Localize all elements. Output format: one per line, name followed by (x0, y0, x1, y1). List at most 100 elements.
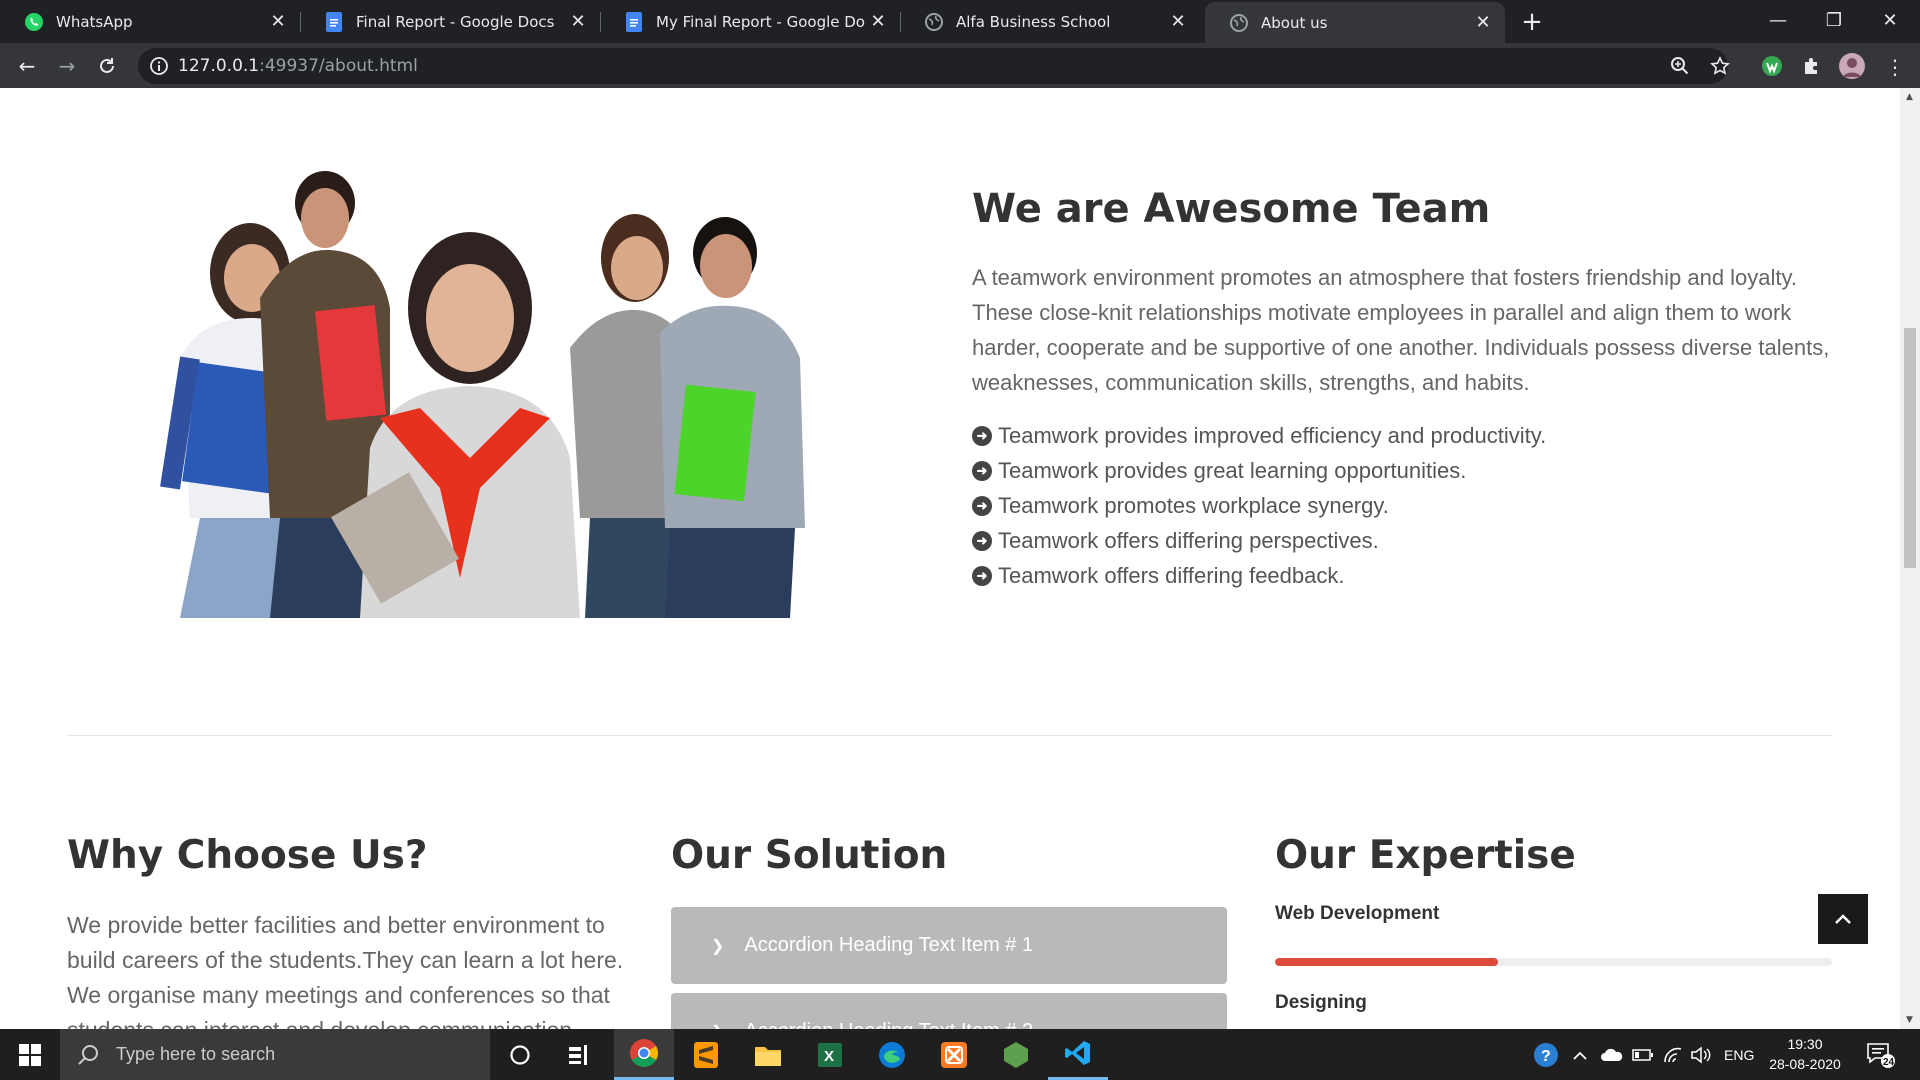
start-button[interactable] (0, 1029, 60, 1080)
excel-icon: X (818, 1042, 842, 1067)
close-window-button[interactable]: ✕ (1862, 0, 1918, 40)
accordion-heading: Accordion Heading Text Item # 2 (744, 1020, 1033, 1029)
accordion-item-1[interactable]: ❯ Accordion Heading Text Item # 1 (671, 907, 1227, 984)
list-item-text: Teamwork provides improved efficiency an… (998, 422, 1547, 448)
windows-icon (19, 1043, 41, 1066)
tab-whatsapp[interactable]: WhatsApp ✕ (0, 0, 300, 43)
onedrive-cloud-icon[interactable] (1600, 1029, 1624, 1080)
volume-icon[interactable] (1690, 1029, 1712, 1080)
close-tab-icon[interactable]: ✕ (1166, 10, 1190, 34)
taskbar-chrome[interactable] (614, 1029, 674, 1080)
page-scrollbar[interactable]: ▲ ▼ (1900, 88, 1920, 1029)
taskbar-sublime[interactable] (676, 1029, 736, 1080)
url-path: :49937/about.html (259, 56, 418, 76)
restore-button[interactable]: ❐ (1806, 0, 1862, 40)
team-points-list: ➜ Teamwork provides improved efficiency a… (972, 418, 1546, 593)
chrome-menu-icon[interactable]: ⋮ (1884, 55, 1906, 79)
close-tab-icon[interactable]: ✕ (266, 10, 290, 34)
skill-progress-bar (1275, 958, 1832, 966)
address-bar[interactable]: 127.0.0.1:49937/about.html (138, 48, 1730, 84)
close-tab-icon[interactable]: ✕ (866, 10, 890, 34)
reload-button[interactable] (92, 51, 122, 81)
list-item-text: Teamwork provides great learning opportu… (998, 457, 1467, 483)
globe-icon (1229, 13, 1249, 33)
help-icon[interactable]: ? (1532, 1029, 1560, 1080)
arrow-circle-right-icon: ➜ (972, 530, 992, 551)
google-docs-icon (324, 11, 344, 32)
team-heading: We are Awesome Team (972, 186, 1491, 232)
tab-final-report[interactable]: Final Report - Google Docs ✕ (300, 0, 600, 43)
new-tab-button[interactable]: + (1518, 7, 1546, 37)
list-item: ➜ Teamwork provides great learning opport… (972, 453, 1546, 488)
extension-icon[interactable] (1761, 55, 1783, 77)
tab-title: WhatsApp (56, 12, 133, 31)
show-hidden-icons-chevron-icon[interactable] (1572, 1029, 1588, 1080)
action-center-button[interactable]: 24 (1866, 1029, 1896, 1080)
scrollbar-thumb[interactable] (1904, 328, 1916, 568)
edge-icon (879, 1041, 905, 1068)
svg-text:X: X (824, 1048, 834, 1065)
extensions-puzzle-icon[interactable] (1801, 55, 1823, 77)
list-item: ➜ Teamwork promotes workplace synergy. (972, 488, 1546, 523)
taskbar-search[interactable]: Type here to search (60, 1029, 490, 1080)
why-choose-us-text: We provide better facilities and better … (67, 912, 624, 1029)
scroll-up-arrow[interactable]: ▲ (1906, 92, 1913, 102)
forward-button[interactable]: → (52, 51, 82, 81)
cortana-button[interactable] (490, 1029, 550, 1080)
tab-my-final-report[interactable]: My Final Report - Google Docs ✕ (600, 0, 900, 43)
page-content: We are Awesome Team A teamwork environme… (0, 88, 1900, 1029)
clock-date: 28-08-2020 (1769, 1056, 1841, 1072)
list-item-text: Teamwork offers differing feedback. (998, 562, 1345, 588)
why-choose-us-heading: Why Choose Us? (67, 833, 428, 878)
skill-progress-fill (1275, 958, 1498, 966)
close-tab-icon[interactable]: ✕ (566, 10, 590, 34)
skill-label: Web Development (1275, 903, 1440, 924)
chrome-icon (630, 1039, 658, 1067)
info-icon[interactable] (149, 56, 169, 76)
taskbar-excel[interactable]: X (800, 1029, 860, 1080)
google-docs-icon (624, 11, 644, 32)
xampp-icon (941, 1041, 967, 1068)
search-placeholder: Type here to search (116, 1044, 276, 1064)
search-icon (78, 1044, 98, 1065)
taskbar-nodejs[interactable] (986, 1029, 1046, 1080)
wifi-icon[interactable] (1662, 1029, 1684, 1080)
zoom-icon[interactable] (1670, 56, 1690, 76)
section-divider (67, 735, 1832, 736)
battery-icon[interactable] (1632, 1029, 1654, 1080)
taskbar-xampp[interactable] (924, 1029, 984, 1080)
chevron-right-icon: ❯ (711, 1022, 724, 1030)
tab-title: About us (1261, 13, 1328, 32)
bookmark-star-icon[interactable] (1710, 56, 1730, 76)
arrow-circle-right-icon: ➜ (972, 425, 992, 446)
profile-avatar[interactable] (1839, 53, 1865, 79)
tab-about-us[interactable]: About us ✕ (1205, 2, 1505, 43)
task-view-button[interactable] (550, 1029, 610, 1080)
accordion-heading: Accordion Heading Text Item # 1 (744, 934, 1034, 956)
scroll-to-top-button[interactable] (1818, 894, 1868, 944)
taskbar-clock[interactable]: 19:30 28-08-2020 (1760, 1034, 1850, 1074)
cortana-icon (510, 1044, 530, 1065)
hexagon-icon (1004, 1041, 1028, 1068)
taskbar-edge[interactable] (862, 1029, 922, 1080)
clock-time: 19:30 (1787, 1036, 1823, 1052)
accordion-item-2[interactable]: ❯ Accordion Heading Text Item # 2 (671, 993, 1227, 1029)
taskbar-vscode[interactable] (1048, 1029, 1108, 1080)
folder-icon (755, 1046, 781, 1066)
arrow-circle-right-icon: ➜ (972, 565, 992, 586)
list-item-text: Teamwork promotes workplace synergy. (998, 492, 1389, 518)
list-item-text: Teamwork offers differing perspectives. (998, 527, 1379, 553)
tab-alfa-business-school[interactable]: Alfa Business School ✕ (900, 0, 1200, 43)
task-view-icon (569, 1044, 587, 1065)
arrow-circle-right-icon: ➜ (972, 495, 992, 516)
our-solution-heading: Our Solution (671, 833, 948, 878)
taskbar-file-explorer[interactable] (738, 1029, 798, 1080)
back-button[interactable]: ← (12, 51, 42, 81)
scroll-down-arrow[interactable]: ▼ (1906, 1015, 1913, 1025)
tab-strip: WhatsApp ✕ Final Report - Google Docs ✕ … (0, 0, 1920, 43)
url-text: 127.0.0.1:49937/about.html (178, 56, 418, 76)
minimize-button[interactable]: — (1750, 0, 1806, 40)
input-language[interactable]: ENG (1724, 1029, 1754, 1080)
close-tab-icon[interactable]: ✕ (1471, 11, 1495, 35)
list-item: ➜ Teamwork offers differing perspectives. (972, 523, 1546, 558)
